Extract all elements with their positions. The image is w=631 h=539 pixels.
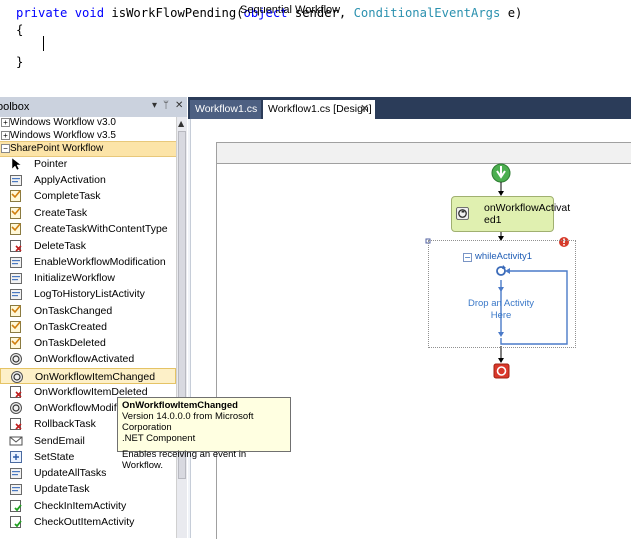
start-icon (491, 163, 511, 183)
tooltip-title: OnWorkflowItemChanged (122, 400, 238, 411)
tooltip-description: Enables receiving an event in Workflow. (122, 449, 247, 471)
activity-on-workflow-activated[interactable]: onWorkflowActivat ed1 (451, 196, 571, 232)
tooltip-version: Version 14.0.0.0 from Microsoft Corporat… (122, 411, 254, 433)
while-activity-title[interactable]: whileActivity1 (475, 251, 532, 262)
collapse-icon[interactable]: − (463, 253, 472, 262)
event-activity-icon (456, 207, 469, 220)
drop-activity-placeholder[interactable]: Drop an Activity Here (468, 298, 534, 322)
activity-label: onWorkflowActivat ed1 (484, 202, 571, 226)
end-icon (493, 363, 510, 379)
tooltip-component: .NET Component (122, 433, 196, 444)
tooltip: OnWorkflowItemChanged Version 14.0.0.0 f… (117, 397, 291, 471)
connector-arrow (498, 358, 504, 363)
